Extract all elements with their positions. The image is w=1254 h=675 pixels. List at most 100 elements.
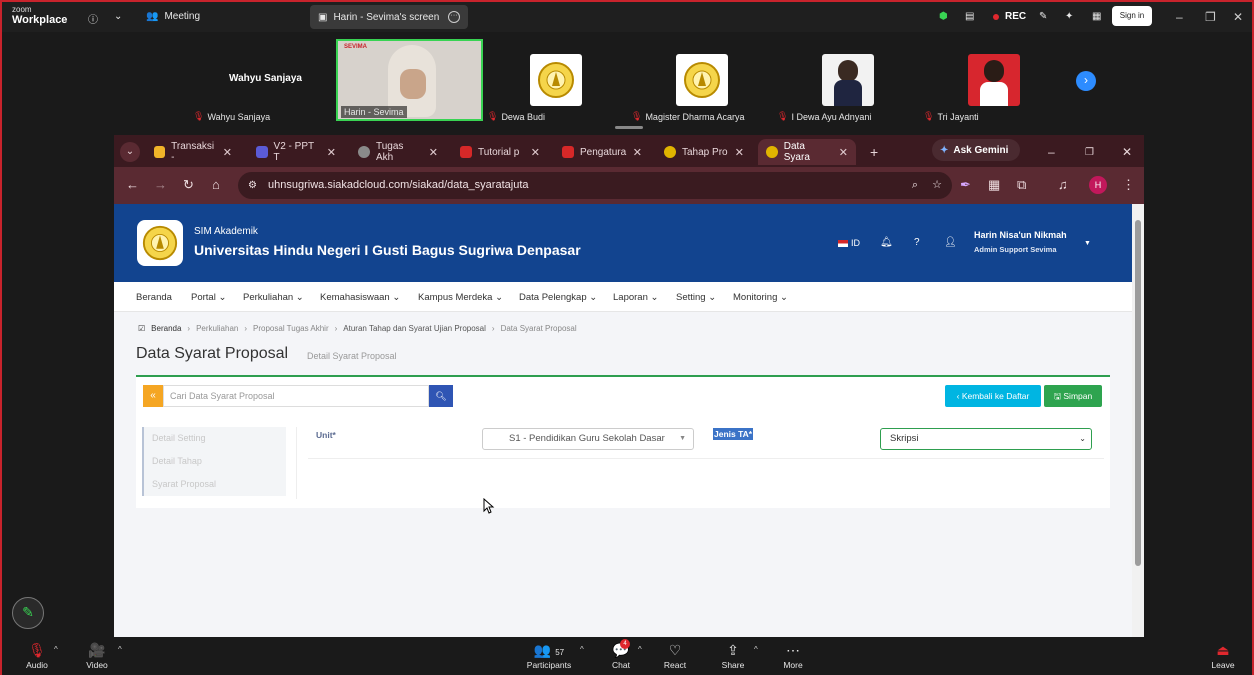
close-icon[interactable]: ✕: [1233, 10, 1243, 24]
tab-pengaturan[interactable]: Pengatura ✕: [554, 139, 650, 165]
video-options-caret-icon[interactable]: ^: [118, 645, 122, 654]
browser-close-icon[interactable]: ✕: [1114, 139, 1138, 165]
side-item-detail-tahap[interactable]: Detail Tahap: [142, 450, 286, 473]
participant-tile[interactable]: 🎙 I Dewa Ayu Adnyani: [777, 38, 908, 122]
tab-tugas-akhir[interactable]: Tugas Akh ✕: [350, 139, 446, 165]
participant-tile[interactable]: 🎙 Magister Dharma Acarya: [631, 38, 762, 122]
user-icon[interactable]: 👤︎: [944, 237, 957, 248]
language-selector[interactable]: ID: [838, 238, 860, 248]
reload-icon[interactable]: ↻: [183, 177, 194, 193]
audio-button[interactable]: 🎙 Audio: [24, 642, 50, 670]
breadcrumb-perkuliahan[interactable]: Perkuliahan: [196, 324, 238, 333]
browser-restore-icon[interactable]: ❐: [1077, 139, 1101, 165]
search-button[interactable]: 🔍︎: [429, 385, 453, 407]
pen-icon[interactable]: ✎: [1039, 11, 1047, 22]
tab-close-icon[interactable]: ✕: [633, 146, 642, 159]
share-options-caret-icon[interactable]: ^: [754, 645, 758, 654]
site-settings-icon[interactable]: ⚙: [248, 172, 257, 199]
breadcrumb-aturan[interactable]: Aturan Tahap dan Syarat Ujian Proposal: [343, 324, 486, 333]
menu-item-setting[interactable]: Setting ⌄: [676, 292, 716, 303]
bookmark-star-icon[interactable]: ☆: [932, 172, 942, 199]
user-name[interactable]: Harin Nisa'un Nikmah: [974, 230, 1067, 240]
leave-button[interactable]: ⏏ Leave: [1208, 642, 1238, 670]
apps-icon[interactable]: ▦: [1092, 11, 1101, 22]
user-menu-chevron-icon[interactable]: ▼: [1084, 240, 1091, 247]
menu-item-laporan[interactable]: Laporan ⌄: [613, 292, 658, 303]
react-button[interactable]: ♡ React: [661, 642, 689, 670]
info-icon[interactable]: ⓘ: [88, 11, 98, 26]
participants-options-caret-icon[interactable]: ^: [580, 645, 584, 654]
notes-icon[interactable]: ▤: [965, 11, 974, 22]
maximize-icon[interactable]: ❐: [1205, 10, 1216, 24]
menu-item-beranda[interactable]: Beranda: [136, 292, 172, 303]
scrollbar-thumb[interactable]: [1135, 220, 1141, 566]
help-icon[interactable]: ?: [914, 237, 920, 248]
more-options-icon[interactable]: ···: [448, 11, 460, 23]
tab-tutorial[interactable]: Tutorial p ✕: [452, 139, 548, 165]
page-scrollbar[interactable]: [1132, 204, 1144, 637]
menu-item-monitoring[interactable]: Monitoring ⌄: [733, 292, 788, 303]
screen-share-pill[interactable]: ▣ Harin - Sevima's screen ···: [310, 5, 468, 29]
menu-item-kemahasiswaan[interactable]: Kemahasiswaan ⌄: [320, 292, 400, 303]
back-to-list-button[interactable]: ‹ Kembali ke Daftar: [945, 385, 1041, 407]
participants-button[interactable]: 👥 57 Participants: [524, 642, 574, 670]
tab-transaksi[interactable]: Transaksi - ✕: [146, 139, 240, 165]
annotate-pen-button[interactable]: ✎: [12, 597, 44, 629]
back-arrow-icon[interactable]: ←: [126, 177, 139, 192]
more-button[interactable]: ⋯ More: [779, 642, 807, 670]
browser-minimize-icon[interactable]: –: [1040, 139, 1064, 165]
video-button[interactable]: 🎥 Video: [84, 642, 110, 670]
participant-tile[interactable]: Wahyu Sanjaya 🎙 Wahyu Sanjaya: [193, 38, 332, 122]
unit-select[interactable]: S1 - Pendidikan Guru Sekolah Dasar ▼: [482, 428, 694, 450]
tab-close-icon[interactable]: ✕: [839, 146, 848, 159]
breadcrumb-proposal[interactable]: Proposal Tugas Akhir: [253, 324, 329, 333]
participant-tile[interactable]: 🎙 Dewa Budi: [487, 38, 617, 122]
extension-pen-icon[interactable]: ✒: [960, 177, 971, 193]
drag-handle[interactable]: [615, 126, 643, 129]
forward-arrow-icon[interactable]: →: [154, 177, 167, 192]
sign-in-button[interactable]: Sign in: [1112, 6, 1152, 26]
menu-item-data-pelengkap[interactable]: Data Pelengkap ⌄: [519, 292, 597, 303]
tab-data-syarat[interactable]: Data Syara ✕: [758, 139, 856, 165]
breadcrumb-beranda[interactable]: Beranda: [151, 324, 181, 333]
share-button[interactable]: ⇪ Share: [719, 642, 747, 670]
side-item-detail-setting[interactable]: Detail Setting: [142, 427, 286, 450]
rec-indicator[interactable]: REC: [993, 11, 1026, 22]
zoom-lens-icon[interactable]: ⌕: [912, 172, 918, 199]
new-tab-button[interactable]: +: [862, 139, 886, 165]
tab-close-icon[interactable]: ✕: [327, 146, 336, 159]
jenis-ta-select[interactable]: Skripsi ⌄: [880, 428, 1092, 450]
sparkle-icon[interactable]: ✦: [1065, 11, 1073, 22]
media-icon[interactable]: ♫: [1058, 177, 1068, 192]
menu-item-kampus-merdeka[interactable]: Kampus Merdeka ⌄: [418, 292, 503, 303]
tab-ppt[interactable]: V2 - PPT T ✕: [248, 139, 344, 165]
profile-avatar[interactable]: H: [1089, 176, 1107, 194]
menu-item-perkuliahan[interactable]: Perkuliahan ⌄: [243, 292, 304, 303]
next-participants-button[interactable]: ›: [1076, 71, 1096, 91]
ask-gemini-button[interactable]: ✦ Ask Gemini: [932, 139, 1020, 161]
save-button[interactable]: 🖫 Simpan: [1044, 385, 1102, 407]
extension-grid-icon[interactable]: ▦: [988, 177, 1000, 193]
browser-menu-icon[interactable]: ⋮: [1122, 177, 1135, 193]
participant-tile[interactable]: 🎙 Tri Jayanti: [923, 38, 1054, 122]
menu-item-portal[interactable]: Portal ⌄: [191, 292, 226, 303]
tab-close-icon[interactable]: ✕: [223, 146, 232, 159]
meeting-menu[interactable]: 👥 Meeting: [146, 11, 200, 22]
chat-button[interactable]: 💬 4 Chat: [608, 639, 634, 670]
bell-icon[interactable]: 🔔︎: [880, 237, 893, 248]
side-item-syarat-proposal[interactable]: Syarat Proposal: [142, 473, 286, 496]
tab-close-icon[interactable]: ✕: [429, 146, 438, 159]
chat-options-caret-icon[interactable]: ^: [638, 645, 642, 654]
search-input[interactable]: Cari Data Syarat Proposal: [163, 385, 429, 407]
home-icon[interactable]: ⌂: [212, 177, 220, 192]
tab-close-icon[interactable]: ✕: [531, 146, 540, 159]
tab-tahap-proposal[interactable]: Tahap Pro ✕: [656, 139, 752, 165]
tab-search-icon[interactable]: ⌄: [118, 139, 142, 165]
shield-icon[interactable]: ⬢: [939, 11, 948, 22]
minimize-icon[interactable]: –: [1176, 10, 1183, 24]
participant-tile-active[interactable]: SEVIMA Harin - Sevima: [336, 39, 483, 121]
audio-options-caret-icon[interactable]: ^: [54, 645, 58, 654]
tab-close-icon[interactable]: ✕: [735, 146, 744, 159]
url-field[interactable]: ⚙ uhnsugriwa.siakadcloud.com/siakad/data…: [238, 172, 952, 199]
university-logo[interactable]: [137, 220, 183, 266]
